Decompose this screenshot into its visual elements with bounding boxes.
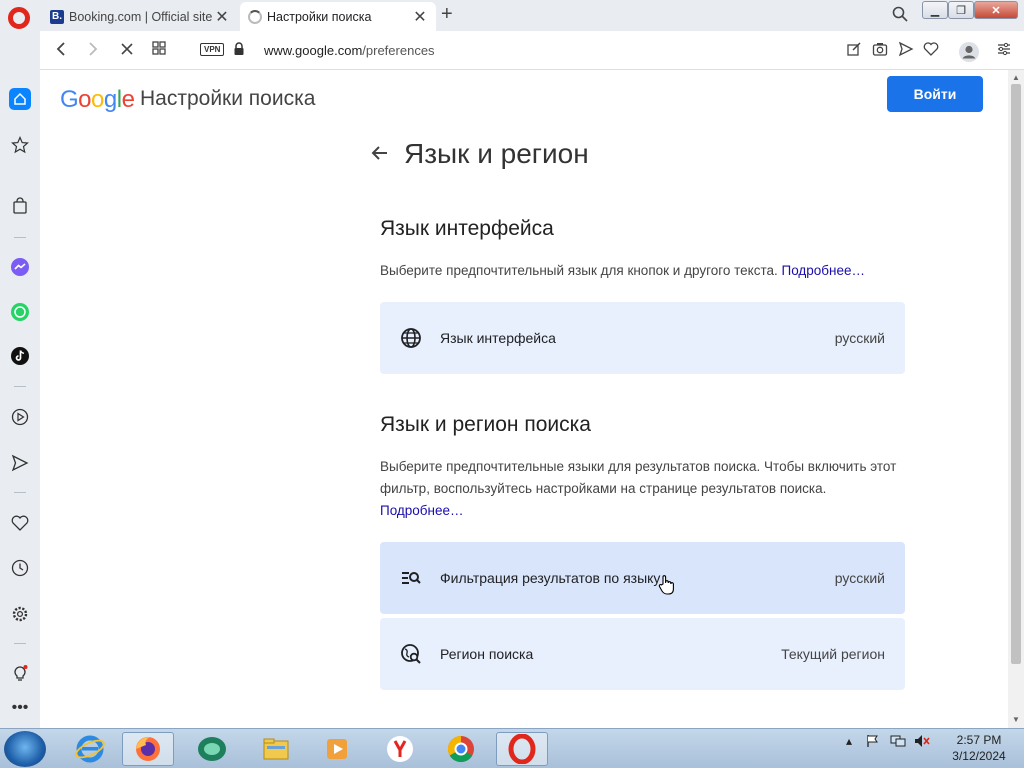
learn-more-link[interactable]: Подробнее… xyxy=(782,263,866,278)
new-tab-icon[interactable]: + xyxy=(441,3,453,26)
loading-spinner-icon xyxy=(248,9,262,24)
page-scrollbar[interactable]: ▲ ▼ xyxy=(1008,70,1024,728)
chrome-icon[interactable] xyxy=(435,732,487,766)
logo-letter: o xyxy=(78,86,92,113)
send-icon[interactable] xyxy=(898,41,914,62)
card-value: Текущий регион xyxy=(781,646,885,662)
language-filter-card[interactable]: Фильтрация результатов по языку русский xyxy=(380,542,905,614)
heart-icon[interactable] xyxy=(923,41,939,62)
interface-language-card[interactable]: Язык интерфейса русский xyxy=(380,302,905,374)
interface-language-heading: Язык интерфейса xyxy=(380,217,554,240)
logo-letter: g xyxy=(103,86,117,113)
messenger-icon[interactable] xyxy=(9,256,31,278)
url-path: /preferences xyxy=(362,43,435,58)
whatsapp-icon[interactable] xyxy=(9,301,31,323)
search-region-card[interactable]: Регион поиска Текущий регион xyxy=(380,618,905,690)
address-bar: VPN www.google.com/preferences xyxy=(40,31,1024,70)
scrollbar-thumb[interactable] xyxy=(1011,84,1021,664)
internet-explorer-icon[interactable] xyxy=(64,732,116,766)
tab-bar: B. Booking.com | Official site ✕ Настрой… xyxy=(0,0,1024,31)
snapshot-edit-icon[interactable] xyxy=(846,41,862,62)
stop-loading-icon[interactable] xyxy=(120,41,134,62)
show-hidden-icons-icon[interactable]: ▴ xyxy=(846,734,852,748)
google-logo[interactable]: Google xyxy=(60,86,135,114)
lock-icon[interactable] xyxy=(233,42,245,61)
windows-taskbar: ▴ 2:57 PM 3/12/2024 xyxy=(0,728,1024,768)
volume-muted-icon[interactable] xyxy=(914,734,930,751)
logo-letter: o xyxy=(91,86,104,113)
bookmarks-star-icon[interactable] xyxy=(9,134,31,156)
tips-lightbulb-icon[interactable] xyxy=(9,662,31,684)
more-options-icon[interactable]: ••• xyxy=(9,697,31,719)
clock-time: 2:57 PM xyxy=(956,733,1002,747)
shopping-bag-icon[interactable] xyxy=(9,195,31,217)
opera-sidebar: ••• xyxy=(0,31,40,728)
player-icon[interactable] xyxy=(9,406,31,428)
tab-search-settings[interactable]: Настройки поиска ✕ xyxy=(240,2,436,31)
flow-send-icon[interactable] xyxy=(9,452,31,474)
forward-icon[interactable] xyxy=(86,41,100,62)
search-language-region-heading: Язык и регион поиска xyxy=(380,413,591,436)
google-preferences-page: Google Настройки поиска Войти Язык и рег… xyxy=(40,70,1008,728)
logo-letter: e xyxy=(121,86,135,113)
profile-avatar-icon[interactable] xyxy=(958,41,980,68)
filter-search-icon xyxy=(400,567,422,589)
window-restore-button[interactable]: ❐ xyxy=(948,1,974,19)
tab-title: Настройки поиска xyxy=(267,9,372,24)
yandex-browser-icon[interactable] xyxy=(374,732,426,766)
camera-icon[interactable] xyxy=(872,41,888,62)
globe-icon xyxy=(400,327,422,349)
tab-search-icon[interactable] xyxy=(891,5,909,28)
home-icon[interactable] xyxy=(9,88,31,110)
history-clock-icon[interactable] xyxy=(9,557,31,579)
card-label: Фильтрация результатов по языку xyxy=(440,570,661,586)
tiktok-icon[interactable] xyxy=(9,345,31,367)
firefox-icon[interactable] xyxy=(122,732,174,766)
tab-close-icon[interactable]: ✕ xyxy=(412,7,428,27)
learn-more-link[interactable]: Подробнее… xyxy=(380,503,464,518)
opera-menu-icon[interactable] xyxy=(8,7,30,29)
media-player-icon[interactable] xyxy=(312,732,364,766)
opera-taskbar-icon[interactable] xyxy=(496,732,548,766)
app-icon-green[interactable] xyxy=(186,732,238,766)
card-label: Регион поиска xyxy=(440,646,534,662)
window-close-button[interactable]: ✕ xyxy=(974,1,1018,19)
back-icon[interactable] xyxy=(54,41,68,62)
card-value: русский xyxy=(834,330,885,346)
favorites-heart-icon[interactable] xyxy=(9,512,31,534)
clock-date: 3/12/2024 xyxy=(952,749,1006,763)
logo-letter: G xyxy=(60,86,79,113)
action-center-flag-icon[interactable] xyxy=(866,734,880,751)
interface-desc-text: Выберите предпочтительный язык для кнопо… xyxy=(380,263,778,278)
back-arrow-icon[interactable] xyxy=(370,143,390,168)
interface-language-description: Выберите предпочтительный язык для кнопо… xyxy=(380,260,900,282)
scroll-down-icon[interactable]: ▼ xyxy=(1012,715,1020,724)
window-minimize-button[interactable]: ▁ xyxy=(922,1,948,19)
easy-setup-icon[interactable] xyxy=(996,41,1012,62)
search-desc-text: Выберите предпочтительные языки для резу… xyxy=(380,459,897,496)
card-label: Язык интерфейса xyxy=(440,330,556,346)
tab-overview-icon[interactable] xyxy=(152,41,166,60)
network-icon[interactable] xyxy=(890,734,906,751)
tab-title: Booking.com | Official site xyxy=(69,9,213,24)
scroll-up-icon[interactable]: ▲ xyxy=(1012,73,1020,82)
tab-booking[interactable]: B. Booking.com | Official site ✕ xyxy=(42,2,238,31)
vpn-badge[interactable]: VPN xyxy=(200,43,225,56)
search-language-description: Выберите предпочтительные языки для резу… xyxy=(380,456,900,522)
tab-close-icon[interactable]: ✕ xyxy=(214,7,230,27)
file-explorer-icon[interactable] xyxy=(250,732,302,766)
booking-favicon-icon: B. xyxy=(50,9,64,24)
hand-cursor-icon xyxy=(658,574,676,601)
sign-in-button[interactable]: Войти xyxy=(887,76,983,112)
start-button[interactable] xyxy=(4,731,46,767)
globe-search-icon xyxy=(400,643,422,665)
page-title: Настройки поиска xyxy=(140,87,316,110)
section-title: Язык и регион xyxy=(404,138,589,169)
settings-gear-icon[interactable] xyxy=(9,603,31,625)
taskbar-clock[interactable]: 2:57 PM 3/12/2024 xyxy=(940,732,1018,764)
url-field[interactable]: www.google.com/preferences xyxy=(264,43,435,58)
url-host: www.google.com xyxy=(264,43,363,58)
card-value: русский xyxy=(834,570,885,586)
